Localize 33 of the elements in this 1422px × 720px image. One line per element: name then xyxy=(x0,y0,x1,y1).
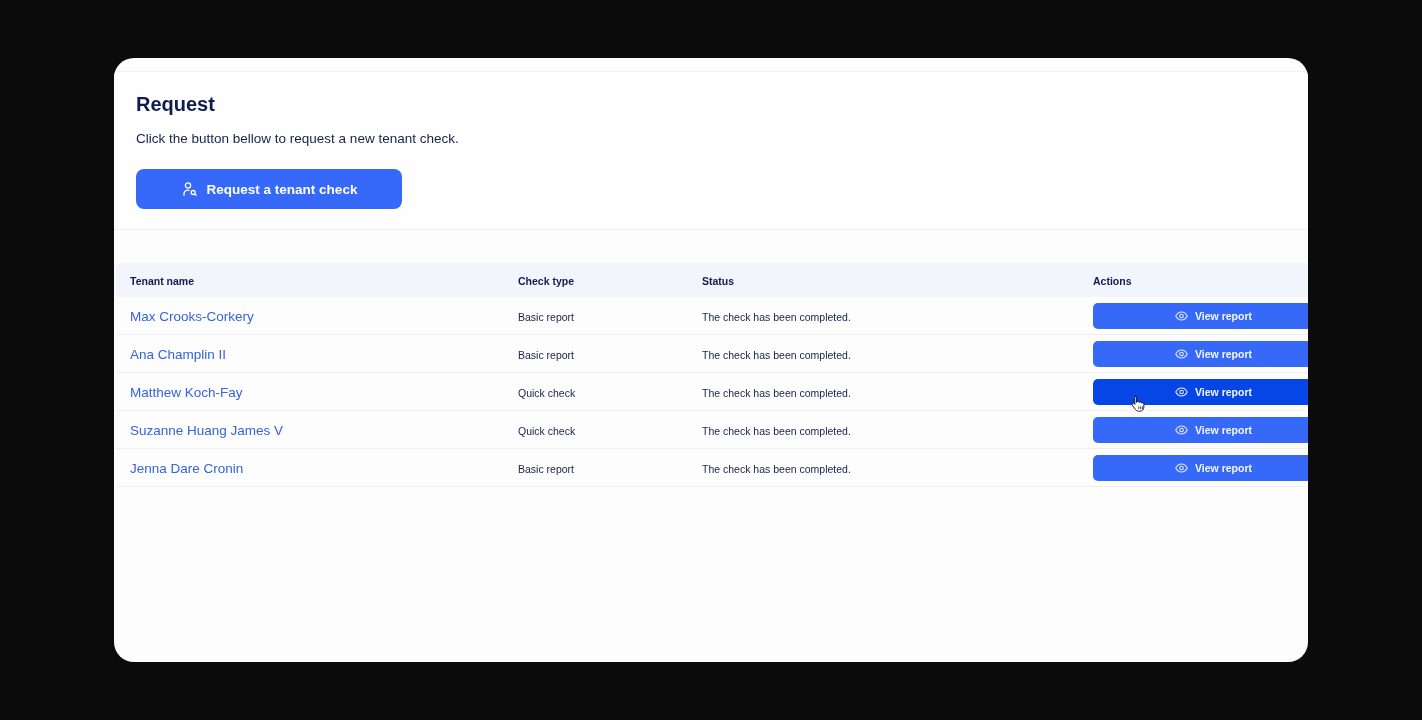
check-type-text: Quick check xyxy=(518,425,576,437)
column-header: Tenant name xyxy=(130,275,194,287)
status-text: The check has been completed. xyxy=(702,349,851,361)
check-type-text: Basic report xyxy=(518,311,575,323)
view-report-button[interactable]: View report xyxy=(1093,303,1308,329)
eye-icon xyxy=(1175,387,1188,397)
view-report-button[interactable]: View report xyxy=(1093,379,1308,405)
section-title: Request xyxy=(136,92,215,116)
view-report-button[interactable]: View report xyxy=(1093,341,1308,367)
status-text: The check has been completed. xyxy=(702,311,851,323)
view-report-button[interactable]: View report xyxy=(1093,417,1308,443)
status-text: The check has been completed. xyxy=(702,425,851,437)
column-header: Status xyxy=(702,275,735,287)
check-type-text: Basic report xyxy=(518,349,575,361)
description-text: Click the button bellow to request a new tenant check. xyxy=(136,130,459,148)
tenant-name-link[interactable]: Matthew Koch-Fay xyxy=(130,385,243,400)
column-header: Check type xyxy=(518,275,575,287)
eye-icon xyxy=(1175,463,1188,473)
tenant-name-link[interactable]: Suzanne Huang James V xyxy=(130,423,284,438)
tenant-name-link[interactable]: Max Crooks-Corkery xyxy=(130,309,254,324)
eye-icon xyxy=(1175,425,1188,435)
request-check-button[interactable]: Request a tenant check xyxy=(136,169,402,209)
check-type-text: Basic report xyxy=(518,463,575,475)
tenant-name-link[interactable]: Ana Champlin II xyxy=(130,347,227,362)
eye-icon xyxy=(1175,349,1188,359)
status-text: The check has been completed. xyxy=(702,463,851,475)
check-type-text: Quick check xyxy=(518,387,576,399)
person-search-icon xyxy=(182,182,197,196)
eye-icon xyxy=(1175,311,1188,321)
status-text: The check has been completed. xyxy=(702,387,851,399)
tenant-name-link[interactable]: Jenna Dare Cronin xyxy=(130,461,244,476)
view-report-button[interactable]: View report xyxy=(1093,455,1308,481)
column-header: Actions xyxy=(1093,275,1132,287)
